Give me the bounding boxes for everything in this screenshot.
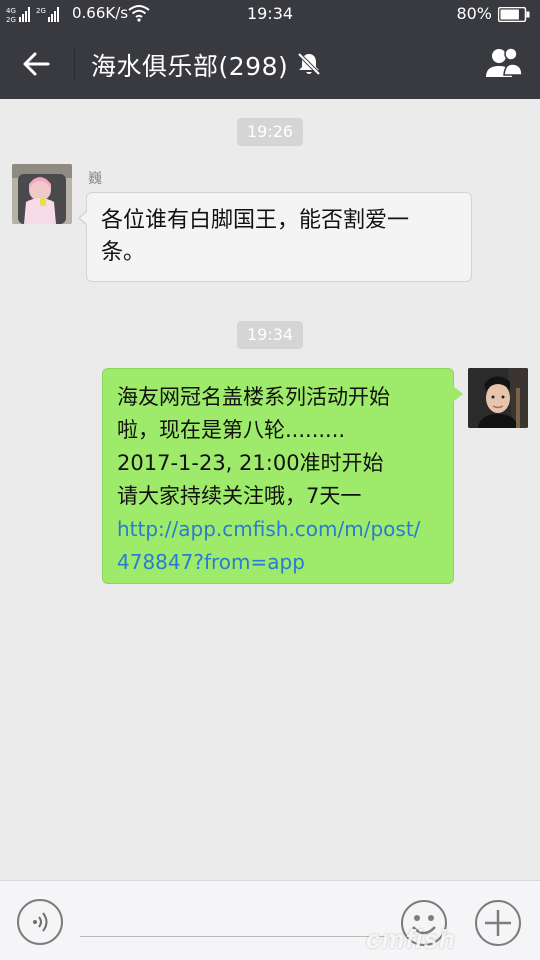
sender-name: 巍 bbox=[88, 171, 102, 187]
watermark-text: cmfish bbox=[366, 924, 456, 954]
chat-title: 海水俱乐部(298) bbox=[91, 52, 289, 81]
arrow-left-icon[interactable] bbox=[18, 46, 54, 82]
voice-icon[interactable] bbox=[17, 899, 63, 945]
avatar[interactable] bbox=[468, 368, 528, 428]
timestamp: 19:34 bbox=[237, 321, 304, 349]
message-text-line: 海友网冠名盖楼系列活动开始 bbox=[117, 385, 390, 409]
message-text-line: 条。 bbox=[101, 240, 146, 265]
message-bubble-incoming[interactable]: 各位谁有白脚国王，能否割爱一 条。 bbox=[78, 192, 472, 282]
avatar[interactable] bbox=[12, 164, 72, 224]
person-photo-icon bbox=[468, 368, 528, 428]
message-bubble-outgoing[interactable]: 海友网冠名盖楼系列活动开始 啦，现在是第八轮......... 2017-1-2… bbox=[102, 368, 463, 584]
group-people-icon[interactable] bbox=[484, 45, 524, 81]
message-link[interactable]: http://app.cmfish.com/m/post/ bbox=[117, 513, 441, 546]
message-link[interactable]: 478847?from=app bbox=[117, 546, 441, 579]
battery-icon bbox=[498, 7, 530, 22]
plus-icon[interactable] bbox=[474, 899, 522, 947]
voice-wave-icon bbox=[33, 912, 48, 932]
message-text-line: 请大家持续关注哦，7天一 bbox=[117, 484, 362, 508]
bell-off-icon bbox=[297, 52, 321, 76]
header-divider bbox=[74, 48, 75, 80]
input-bar bbox=[0, 880, 540, 960]
message-text-line: 各位谁有白脚国王，能否割爱一 bbox=[101, 208, 410, 233]
message-text-line: 啦，现在是第八轮......... bbox=[117, 418, 346, 442]
status-bar: 4G 2G 2G 0.66K/s 19:34 80% bbox=[0, 0, 540, 28]
message-input[interactable] bbox=[80, 936, 390, 937]
message-text-line: 2017-1-23, 21:00准时开始 bbox=[117, 451, 384, 475]
chat-header: 海水俱乐部(298) bbox=[0, 28, 540, 99]
baby-photo-icon bbox=[12, 164, 72, 224]
timestamp: 19:26 bbox=[237, 118, 304, 146]
battery-percent: 80% bbox=[456, 4, 492, 23]
